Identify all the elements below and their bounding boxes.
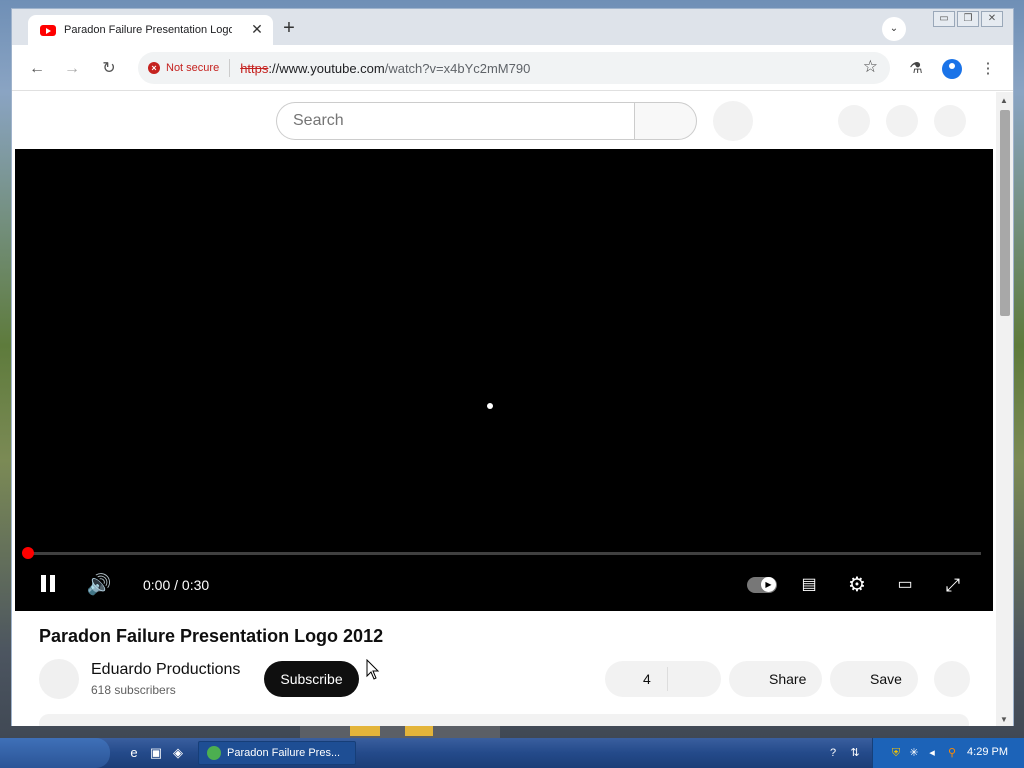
more-actions-button[interactable] — [934, 661, 970, 697]
notifications-button[interactable] — [886, 105, 918, 137]
loading-spinner — [487, 403, 493, 409]
like-count: 4 — [643, 671, 651, 687]
browser-titlebar: Paradon Failure Presentation Logo ✕ + ⌄ … — [12, 9, 1013, 45]
reload-icon[interactable]: ↻ — [97, 57, 121, 81]
volume-tray-icon[interactable]: ◂ — [925, 746, 939, 760]
mouse-cursor-icon — [366, 659, 380, 680]
youtube-page: 🔊 0:00 / 0:30 ▤ ⚙ ▭ ⤢ Paradon Failure Pr… — [12, 92, 996, 726]
search-button[interactable] — [634, 102, 697, 140]
page-scrollbar[interactable]: ▲ ▼ — [996, 92, 1013, 726]
start-area[interactable] — [0, 738, 110, 768]
search-input[interactable] — [276, 102, 634, 140]
profile-icon[interactable] — [940, 57, 964, 81]
theater-mode-icon[interactable]: ▭ — [891, 573, 919, 597]
quicklaunch-app-icon[interactable]: ▣ — [148, 745, 164, 761]
ie-browser-icon[interactable]: e — [126, 745, 142, 761]
url-text[interactable]: https://www.youtube.com/watch?v=x4bYc2mM… — [240, 61, 530, 76]
pause-button[interactable] — [37, 573, 61, 597]
taskbar-window-button[interactable]: Paradon Failure Pres... — [198, 741, 356, 765]
create-button[interactable] — [838, 105, 870, 137]
tab-search-icon[interactable]: ⌄ — [882, 17, 906, 41]
subscribe-button[interactable]: Subscribe — [264, 661, 359, 697]
network-icon[interactable]: ⇅ — [848, 746, 862, 760]
kebab-menu-icon[interactable]: ⋮ — [976, 57, 1000, 81]
scroll-down-icon[interactable]: ▼ — [1000, 715, 1008, 724]
share-button[interactable]: Share — [729, 661, 822, 697]
minimize-icon[interactable]: ▭ — [933, 11, 955, 27]
youtube-favicon-icon — [40, 24, 56, 36]
voice-search-button[interactable] — [713, 101, 753, 141]
system-tray: ⛨ ✳ ◂ ⚲ 4:29 PM — [872, 738, 1024, 768]
url-scheme: https — [240, 60, 269, 76]
close-window-icon[interactable]: ✕ — [981, 11, 1003, 27]
youtube-header — [12, 92, 996, 148]
bookmark-star-icon[interactable]: ☆ — [863, 57, 878, 77]
restore-icon[interactable]: ❐ — [957, 11, 979, 27]
browser-tab[interactable]: Paradon Failure Presentation Logo ✕ — [28, 15, 273, 45]
like-dislike-group[interactable]: 4 — [605, 661, 721, 697]
browser-toolbar: ← → ↻ × Not secure https://www.youtube.c… — [12, 45, 1013, 91]
new-tab-button[interactable]: + — [278, 17, 300, 39]
account-avatar[interactable] — [934, 105, 966, 137]
fullscreen-icon[interactable]: ⤢ — [939, 573, 967, 597]
taskbar-clock: 4:29 PM — [967, 746, 1008, 758]
road-marking — [350, 726, 380, 736]
progress-bar[interactable] — [27, 552, 981, 555]
search-tray-icon[interactable]: ⚲ — [945, 746, 959, 760]
security-shield-icon[interactable]: ⛨ — [889, 746, 903, 760]
not-secure-label: Not secure — [166, 62, 220, 74]
tab-title: Paradon Failure Presentation Logo — [64, 24, 232, 36]
browser-window: Paradon Failure Presentation Logo ✕ + ⌄ … — [11, 8, 1014, 726]
taskbar-window-label: Paradon Failure Pres... — [227, 747, 341, 759]
volume-icon[interactable]: 🔊 — [85, 573, 113, 597]
not-secure-icon: × — [148, 62, 160, 74]
window-controls: ▭ ❐ ✕ — [933, 11, 1003, 27]
security-indicator[interactable]: × Not secure — [148, 62, 219, 74]
description-box[interactable] — [39, 714, 969, 726]
subtitles-icon[interactable]: ▤ — [795, 573, 823, 597]
scrollbar-thumb[interactable] — [1000, 110, 1010, 316]
save-label: Save — [870, 671, 902, 687]
chrome-app-icon — [207, 746, 221, 760]
tray-app-icon[interactable]: ✳ — [907, 746, 921, 760]
channel-avatar[interactable] — [39, 659, 79, 699]
time-display: 0:00 / 0:30 — [143, 577, 210, 593]
url-host: ://www.youtube.com — [268, 60, 385, 76]
subscriber-count: 618 subscribers — [91, 683, 176, 697]
back-arrow-icon[interactable]: ← — [25, 57, 49, 81]
help-icon[interactable]: ? — [826, 746, 840, 760]
forward-arrow-icon[interactable]: → — [60, 57, 84, 81]
settings-gear-icon[interactable]: ⚙ — [843, 573, 871, 597]
labs-flask-icon[interactable]: ⚗ — [904, 57, 928, 81]
scroll-up-icon[interactable]: ▲ — [1000, 96, 1008, 105]
channel-name[interactable]: Eduardo Productions — [91, 661, 240, 679]
autoplay-toggle[interactable] — [747, 577, 777, 593]
virtualbox-icon[interactable]: ◈ — [170, 745, 186, 761]
like-divider — [667, 667, 668, 691]
address-bar[interactable]: × Not secure https://www.youtube.com/wat… — [138, 52, 890, 84]
url-path: /watch?v=x4bYc2mM790 — [384, 60, 531, 76]
video-player[interactable]: 🔊 0:00 / 0:30 ▤ ⚙ ▭ ⤢ — [15, 149, 993, 611]
save-button[interactable]: Save — [830, 661, 918, 697]
taskbar: e ▣ ◈ Paradon Failure Pres... ? ⇅ ⛨ ✳ ◂ … — [0, 738, 1024, 768]
road-marking — [405, 726, 433, 736]
tab-close-icon[interactable]: ✕ — [249, 21, 265, 38]
share-label: Share — [769, 671, 807, 687]
address-divider — [229, 59, 231, 77]
video-title: Paradon Failure Presentation Logo 2012 — [39, 626, 384, 646]
scrubber-handle[interactable] — [22, 547, 34, 559]
